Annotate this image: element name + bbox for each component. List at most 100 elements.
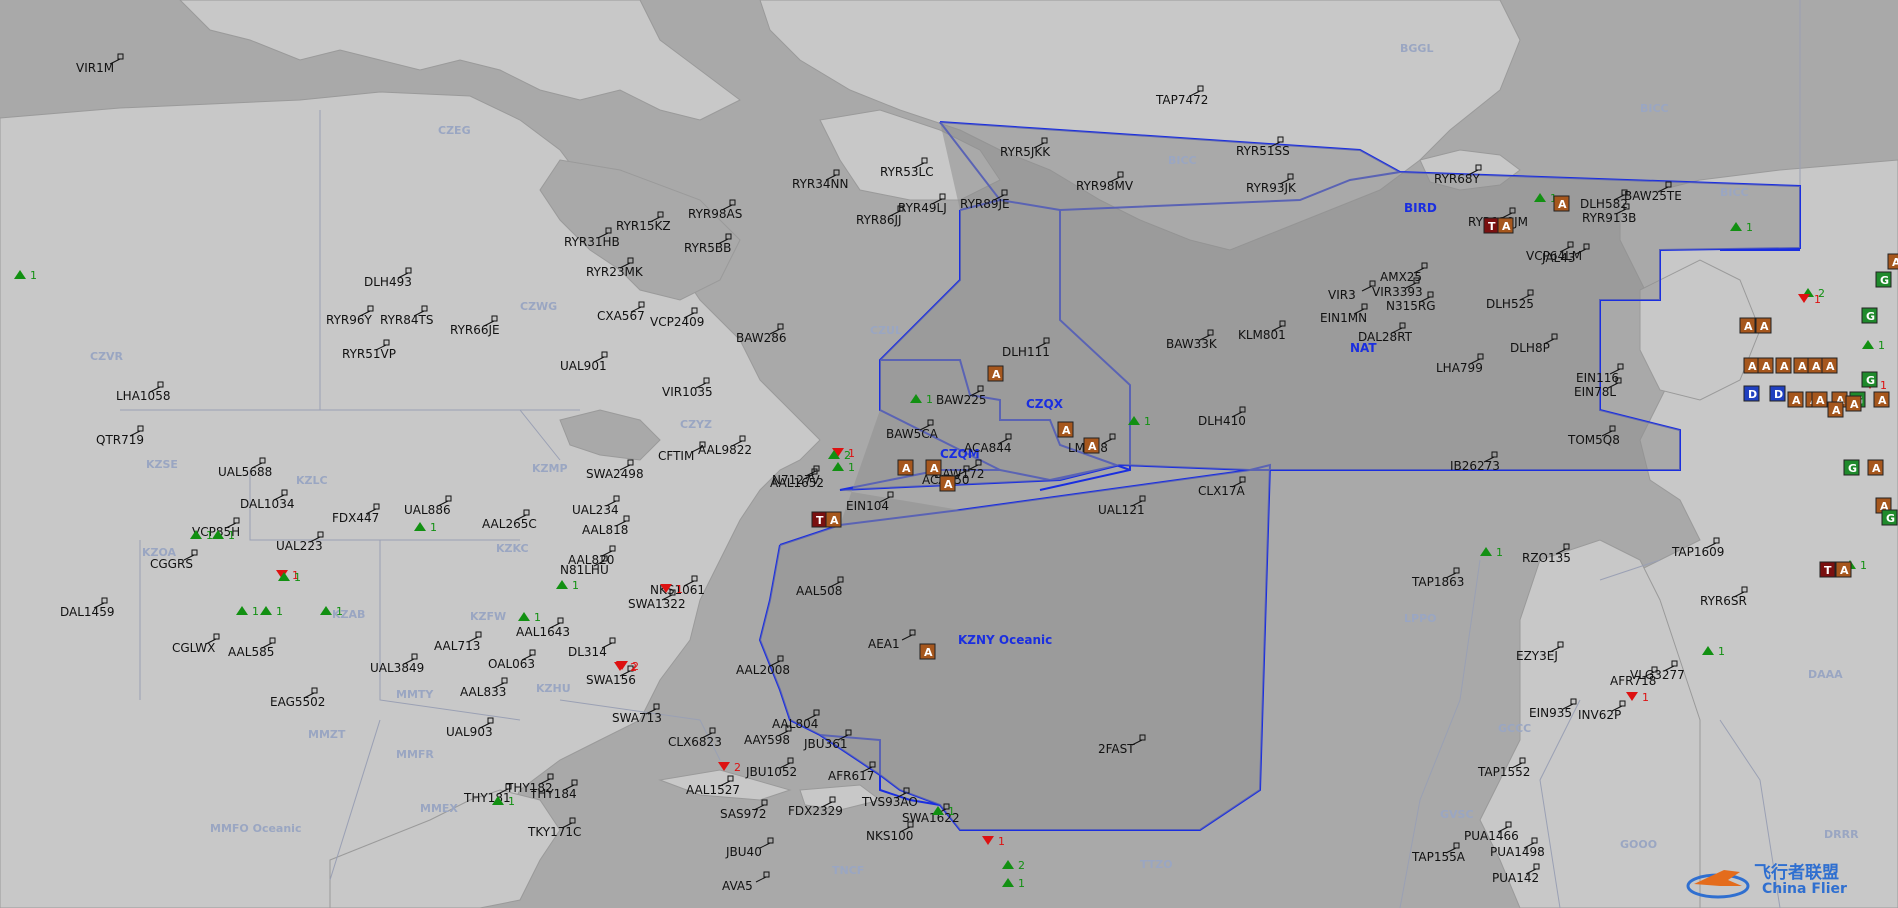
flight-callsign[interactable]: ACA844	[964, 441, 1012, 455]
flight-callsign[interactable]: DAL1034	[240, 497, 294, 511]
alert-badge-a[interactable]: A	[925, 459, 942, 476]
flight-callsign[interactable]: BAW286	[736, 331, 787, 345]
flight-callsign[interactable]: TAP1863	[1411, 575, 1464, 589]
flight-callsign[interactable]: BAW33K	[1166, 337, 1218, 351]
flight-callsign[interactable]: RYR51SS	[1236, 144, 1290, 158]
flight-callsign[interactable]: UAL901	[560, 359, 607, 373]
flight-callsign[interactable]: VIR1035	[662, 385, 713, 399]
flight-callsign[interactable]: BAW225	[936, 393, 987, 407]
flight-callsign[interactable]: DLH111	[1002, 345, 1050, 359]
alert-badge-d[interactable]: D	[1769, 385, 1786, 402]
flight-callsign[interactable]: RYR66JE	[450, 323, 500, 337]
alert-badge-a[interactable]: A	[825, 511, 842, 528]
flight-callsign[interactable]: AAL804	[772, 717, 818, 731]
flight-callsign[interactable]: EAG5502	[270, 695, 325, 709]
flight-callsign[interactable]: EIN116	[1576, 371, 1619, 385]
flight-callsign[interactable]: UAL121	[1098, 503, 1145, 517]
flight-callsign[interactable]: CGGRS	[150, 557, 193, 571]
flight-callsign[interactable]: JAL43	[1541, 251, 1576, 265]
flight-callsign[interactable]: AAL2008	[736, 663, 790, 677]
flight-callsign[interactable]: AAL1643	[516, 625, 570, 639]
alert-badge-a[interactable]: A	[1873, 391, 1890, 408]
flight-callsign[interactable]: LHA799	[1436, 361, 1483, 375]
flight-callsign[interactable]: UAL234	[572, 503, 619, 517]
flight-callsign[interactable]: 2FAST	[1098, 742, 1135, 756]
flight-callsign[interactable]: RYR913B	[1582, 211, 1636, 225]
flight-callsign[interactable]: UAL223	[276, 539, 323, 553]
alert-badge-g[interactable]: G	[1843, 459, 1860, 476]
alert-badge-a[interactable]: A	[1827, 401, 1844, 418]
flight-callsign[interactable]: INV62P	[1578, 708, 1621, 722]
flight-callsign[interactable]: TAP155A	[1411, 850, 1466, 864]
flight-callsign[interactable]: QTR719	[96, 433, 144, 447]
alert-badge-a[interactable]: A	[1787, 391, 1804, 408]
flight-callsign[interactable]: BAW5CA	[886, 427, 939, 441]
flight-callsign[interactable]: VIR3	[1328, 288, 1356, 302]
flight-callsign[interactable]: DAL28RT	[1358, 330, 1413, 344]
alert-badge-a[interactable]: A	[1083, 437, 1100, 454]
flight-callsign[interactable]: TOM5Q8	[1567, 433, 1620, 447]
alert-badge-d[interactable]: D	[1743, 385, 1760, 402]
flight-callsign[interactable]: RYR98AS	[688, 207, 742, 221]
flight-callsign[interactable]: RYR53LC	[880, 165, 934, 179]
flight-callsign[interactable]: RYR31HB	[564, 235, 620, 249]
alert-badge-a[interactable]: A	[897, 459, 914, 476]
flight-callsign[interactable]: CLX17A	[1198, 484, 1246, 498]
flight-callsign[interactable]: AAL1652	[770, 476, 824, 490]
alert-badge-t[interactable]: T	[811, 511, 828, 528]
flight-callsign[interactable]: RYR51VP	[342, 347, 396, 361]
flight-callsign[interactable]: UAL3849	[370, 661, 424, 675]
alert-badge-a[interactable]: A	[1553, 195, 1570, 212]
flight-callsign[interactable]: NKS100	[866, 829, 913, 843]
alert-badge-a[interactable]: A	[1739, 317, 1756, 334]
flight-callsign[interactable]: RZO135	[1522, 551, 1571, 565]
flight-callsign[interactable]: RYR86JJ	[856, 213, 902, 227]
atc-map[interactable]: BGGL BICC BICC BICC CZEG CZWG CZVR CZUL …	[0, 0, 1898, 908]
flight-callsign[interactable]: RYR6SR	[1700, 594, 1747, 608]
flight-callsign[interactable]: TKY171C	[527, 825, 581, 839]
flight-callsign[interactable]: DLH582	[1580, 197, 1628, 211]
flight-callsign[interactable]: VIR1M	[76, 61, 114, 75]
flight-callsign[interactable]: PUA1466	[1464, 829, 1519, 843]
flight-callsign[interactable]: FDX2329	[788, 804, 843, 818]
alert-badge-a[interactable]: A	[1793, 357, 1810, 374]
flight-callsign[interactable]: EIN1MN	[1320, 311, 1367, 325]
flight-callsign[interactable]: VIR3393	[1372, 285, 1423, 299]
flight-callsign[interactable]: RYR84TS	[380, 313, 433, 327]
alert-badge-a[interactable]: A	[939, 475, 956, 492]
flight-callsign[interactable]: AEA1	[868, 637, 900, 651]
flight-callsign[interactable]: EZY3EJ	[1516, 649, 1558, 663]
flight-callsign[interactable]: RYR68Y	[1434, 172, 1481, 186]
flight-callsign[interactable]: AAL833	[460, 685, 506, 699]
flight-callsign[interactable]: AAL585	[228, 645, 274, 659]
flight-callsign[interactable]: AAL713	[434, 639, 480, 653]
flight-callsign[interactable]: RYR89JE	[960, 197, 1010, 211]
alert-badge-a[interactable]: A	[1057, 421, 1074, 438]
flight-callsign[interactable]: AFR617	[828, 769, 874, 783]
flight-callsign[interactable]: JBU40	[725, 845, 762, 859]
flight-callsign[interactable]: EIN78L	[1574, 385, 1616, 399]
flight-callsign[interactable]: PUA1498	[1490, 845, 1545, 859]
alert-badge-t[interactable]: T	[1819, 561, 1836, 578]
flight-callsign[interactable]: AMX25	[1380, 270, 1422, 284]
flight-callsign[interactable]: TAP1609	[1671, 545, 1724, 559]
flight-callsign[interactable]: UAL886	[404, 503, 451, 517]
alert-badge-a[interactable]: A	[919, 643, 936, 660]
flight-callsign[interactable]: N315RG	[1386, 299, 1436, 313]
flight-callsign[interactable]: RYR5BB	[684, 241, 731, 255]
flight-callsign[interactable]: RYR23MK	[586, 265, 644, 279]
flight-callsign[interactable]: EIN104	[846, 499, 889, 513]
flight-callsign[interactable]: RYR34NN	[792, 177, 848, 191]
alert-badge-a[interactable]: A	[1845, 395, 1862, 412]
flight-callsign[interactable]: VCP2409	[650, 315, 704, 329]
flight-callsign[interactable]: AAL265C	[482, 517, 537, 531]
alert-badge-t[interactable]: T	[1483, 217, 1500, 234]
alert-badge-g[interactable]: G	[1861, 371, 1878, 388]
flight-callsign[interactable]: LHA1058	[116, 389, 170, 403]
flight-callsign[interactable]: CXA567	[597, 309, 645, 323]
flight-callsign[interactable]: CFTIM	[658, 449, 694, 463]
flight-callsign[interactable]: KLM801	[1238, 328, 1286, 342]
flight-callsign[interactable]: IB26273	[1450, 459, 1500, 473]
flight-callsign[interactable]: RYR98MV	[1076, 179, 1134, 193]
flight-callsign[interactable]: DLH493	[364, 275, 412, 289]
